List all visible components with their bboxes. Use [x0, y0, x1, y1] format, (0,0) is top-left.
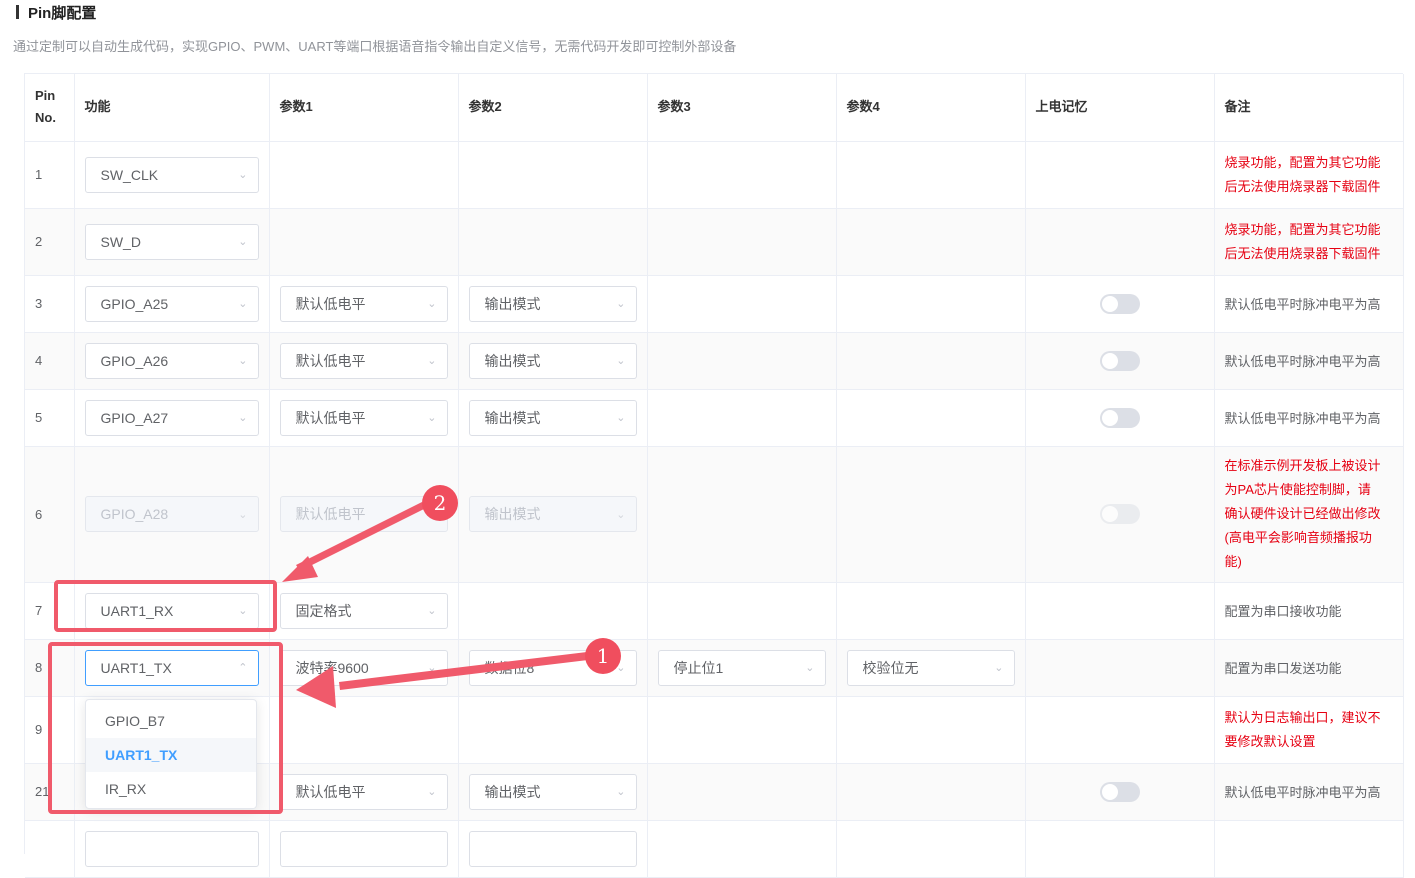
param2-select[interactable]: [468, 830, 637, 867]
annotation-badge-1: 1: [585, 638, 621, 674]
function-select[interactable]: [84, 830, 259, 867]
annotation-badge-2: 2: [422, 485, 458, 521]
param1-select[interactable]: [279, 830, 448, 867]
annotation-arrows: [282, 502, 588, 708]
arrow-1-head: [296, 666, 336, 708]
arrow-1-shaft: [339, 652, 588, 690]
arrow-2-shaft: [296, 502, 426, 571]
